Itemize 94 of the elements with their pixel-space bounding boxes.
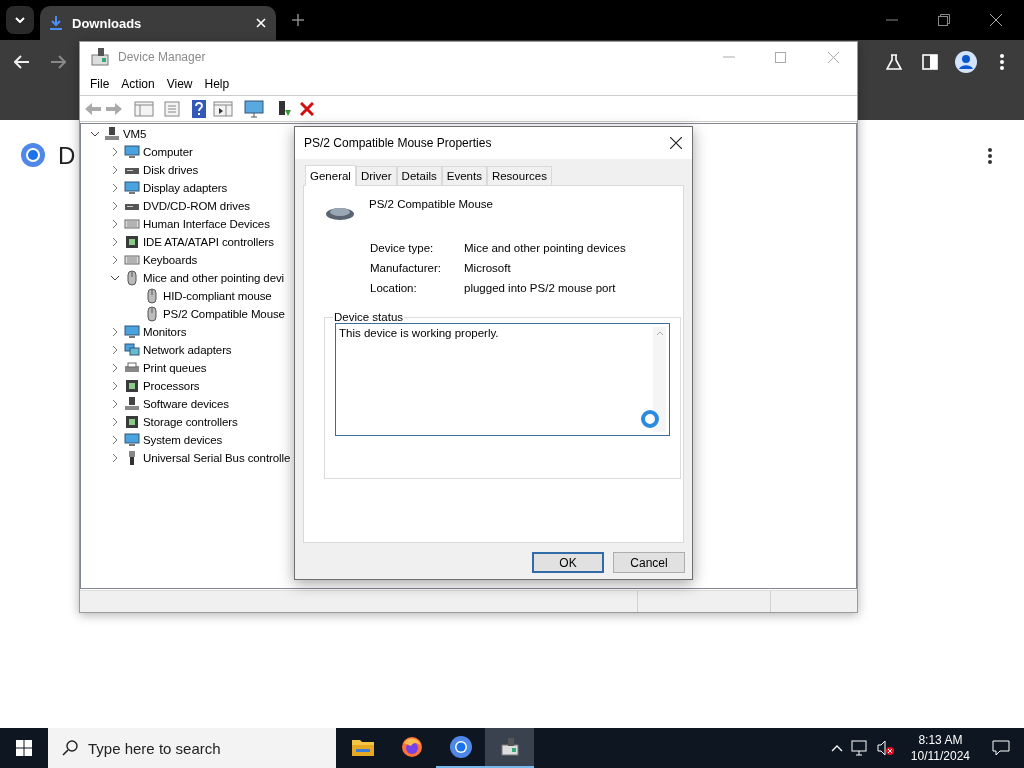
dialog-button[interactable]: Cancel [613,552,685,573]
network-icon [124,342,140,358]
tree-item[interactable]: HID-compliant mouse [163,290,272,302]
close-icon[interactable] [990,14,1002,26]
tree-item[interactable]: System devices [143,434,223,446]
tree-item[interactable]: Monitors [143,326,187,338]
side-panel-icon [922,54,938,70]
status-text-box[interactable]: This device is working properly. [335,323,670,436]
chip-icon [124,234,140,250]
back-arrow-icon [14,55,30,69]
chevron-down-icon [15,17,25,23]
tab-list-button[interactable] [6,6,34,34]
tree-item[interactable]: Mice and other pointing devi [143,272,285,284]
tree-item[interactable]: IDE ATA/ATAPI controllers [143,236,274,248]
search-icon [62,740,78,756]
status-text: This device is working properly. [339,327,499,339]
computer-icon [104,126,120,142]
close-icon[interactable] [670,137,682,149]
restore-icon[interactable] [938,14,950,26]
tree-item[interactable]: Display adapters [143,182,228,194]
tree-item[interactable]: DVD/CD-ROM drives [143,200,250,212]
monitor-icon [124,180,140,196]
menu-item[interactable]: Help [198,76,236,91]
kebab-menu-icon[interactable] [988,148,992,164]
monitor-icon [124,324,140,340]
windows-logo-icon [16,740,32,756]
tree-item[interactable]: PS/2 Compatible Mouse [163,308,285,320]
device-name: PS/2 Compatible Mouse [369,198,493,210]
monitor-icon [124,432,140,448]
dialog-tab[interactable]: Events [441,166,487,185]
tree-item[interactable]: VM5 [123,128,147,140]
tree-item[interactable]: Universal Serial Bus controlle [143,452,291,464]
property-label: Device type: [370,242,435,254]
remove-x-icon[interactable] [300,101,314,116]
browser-icon [448,735,473,759]
property-value: plugged into PS/2 mouse port [464,282,617,294]
device-plug-icon[interactable] [277,99,293,118]
forward-arrow-icon [50,55,66,69]
action-pane-icon[interactable] [213,100,233,117]
chip-icon [124,378,140,394]
tree-item[interactable]: Processors [143,380,200,392]
notification-icon[interactable] [992,740,1010,756]
keyboard-icon [124,252,140,268]
mouse-icon [124,270,140,286]
help-icon[interactable] [192,99,206,118]
menu-item[interactable]: File [84,76,116,91]
menu-item[interactable]: Action [115,76,161,91]
tree-item[interactable]: Software devices [143,398,229,410]
tree-item[interactable]: Disk drives [143,164,199,176]
mouse-icon [144,306,160,322]
firefox-icon [399,735,424,759]
folder-icon [350,737,375,757]
window-title: Device Manager [118,50,207,64]
monitor-icon[interactable] [244,99,264,118]
dialog-title: PS/2 Compatible Mouse Properties [304,136,493,150]
property-value: Microsoft [464,262,512,274]
network-icon[interactable] [850,740,869,756]
search-field[interactable]: Type here to search [48,728,336,768]
tree-item[interactable]: Network adapters [143,344,232,356]
kebab-menu-icon [1000,54,1004,70]
browser-tab[interactable]: Downloads [40,6,276,40]
dialog-tab[interactable]: Details [396,166,442,185]
taskbar-app[interactable] [485,728,534,768]
tree-item[interactable]: Print queues [143,362,207,374]
dialog-button[interactable]: OK [532,552,604,573]
tree-item[interactable]: Keyboards [143,254,198,266]
keyboard-icon [124,216,140,232]
group-label: Device status [333,311,405,323]
dialog-tab[interactable]: Driver [355,166,397,185]
tree-item[interactable]: Storage controllers [143,416,238,428]
dialog-tab[interactable]: General [305,165,356,186]
busy-cursor-icon [640,409,660,429]
profile-button[interactable] [952,48,980,76]
property-label: Manufacturer: [370,262,442,274]
muted-speaker-icon[interactable] [876,740,895,756]
clock[interactable]: 8:13 AM 10/11/2024 [902,732,978,764]
page-heading: D [58,142,76,170]
downloads-logo-icon [20,142,46,168]
tree-item[interactable]: Computer [143,146,193,158]
avatar-icon [955,51,977,73]
computer-icon [124,396,140,412]
tree-item[interactable]: Human Interface Devices [143,218,270,230]
download-icon [50,16,62,30]
new-tab-icon[interactable] [292,14,304,26]
menu-item[interactable]: View [160,76,199,91]
device-manager-icon [88,45,112,69]
property-label: Location: [370,282,418,294]
flask-icon [886,54,902,70]
monitor-icon [124,144,140,160]
property-value: Mice and other pointing devices [464,242,627,254]
mouse-icon [144,288,160,304]
dialog-tab[interactable]: Resources [486,166,552,185]
chevron-up-icon[interactable] [830,744,843,752]
chip-icon [124,414,140,430]
